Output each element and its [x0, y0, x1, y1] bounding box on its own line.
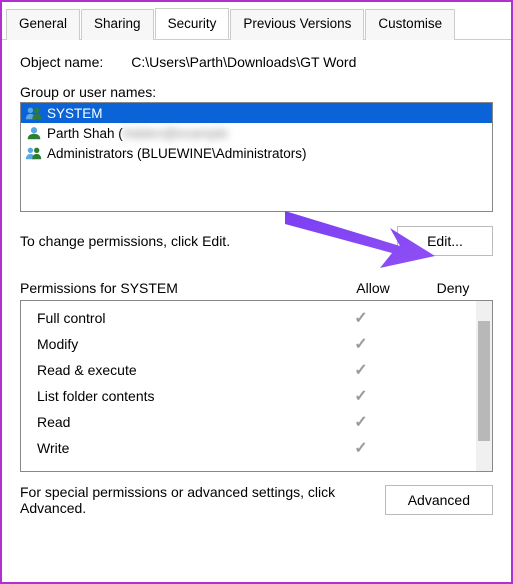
permissions-title: Permissions for SYSTEM — [20, 280, 333, 296]
edit-instruction: To change permissions, click Edit. — [20, 233, 230, 249]
perm-row-read[interactable]: Read ✓ — [29, 409, 468, 435]
perm-row-full-control[interactable]: Full control ✓ — [29, 305, 468, 331]
advanced-instruction: For special permissions or advanced sett… — [20, 484, 340, 516]
perm-name: List folder contents — [31, 388, 326, 404]
tab-general[interactable]: General — [6, 9, 80, 40]
object-name-label: Object name: — [20, 54, 103, 70]
permissions-list-inner: Full control ✓ Modify ✓ Read & execute ✓… — [21, 301, 476, 471]
user-item-parth[interactable]: Parth Shah ( hidden@example — [21, 123, 492, 143]
properties-dialog: General Sharing Security Previous Versio… — [0, 0, 513, 584]
checkmark-icon: ✓ — [326, 308, 396, 328]
users-icon — [25, 145, 43, 161]
permissions-list: Full control ✓ Modify ✓ Read & execute ✓… — [20, 300, 493, 472]
object-name-value: C:\Users\Parth\Downloads\GT Word — [131, 54, 356, 70]
scrollbar[interactable] — [476, 301, 492, 471]
tab-security[interactable]: Security — [155, 8, 230, 39]
checkmark-icon: ✓ — [326, 386, 396, 406]
column-deny: Deny — [413, 280, 493, 296]
user-icon — [25, 125, 43, 141]
advanced-button[interactable]: Advanced — [385, 485, 493, 515]
scroll-thumb[interactable] — [478, 321, 490, 441]
perm-row-write[interactable]: Write ✓ — [29, 435, 468, 461]
user-list[interactable]: SYSTEM Parth Shah ( hidden@example Admin… — [20, 102, 493, 212]
checkmark-icon: ✓ — [326, 438, 396, 458]
user-label: Parth Shah ( — [47, 126, 123, 141]
perm-row-read-execute[interactable]: Read & execute ✓ — [29, 357, 468, 383]
users-icon — [25, 105, 43, 121]
user-hidden-text: hidden@example — [123, 126, 228, 141]
user-item-system[interactable]: SYSTEM — [21, 103, 492, 123]
tab-strip: General Sharing Security Previous Versio… — [2, 2, 511, 40]
advanced-row: For special permissions or advanced sett… — [20, 484, 493, 516]
user-item-administrators[interactable]: Administrators (BLUEWINE\Administrators) — [21, 143, 492, 163]
user-label: SYSTEM — [47, 106, 103, 121]
column-allow: Allow — [333, 280, 413, 296]
perm-name: Modify — [31, 336, 326, 352]
object-name-row: Object name: C:\Users\Parth\Downloads\GT… — [20, 54, 493, 70]
perm-row-list-folder[interactable]: List folder contents ✓ — [29, 383, 468, 409]
security-panel: Object name: C:\Users\Parth\Downloads\GT… — [2, 40, 511, 528]
group-user-names-label: Group or user names: — [20, 84, 493, 100]
perm-name: Read & execute — [31, 362, 326, 378]
edit-button[interactable]: Edit... — [397, 226, 493, 256]
user-label: Administrators (BLUEWINE\Administrators) — [47, 146, 307, 161]
checkmark-icon: ✓ — [326, 412, 396, 432]
perm-row-modify[interactable]: Modify ✓ — [29, 331, 468, 357]
tab-previous-versions[interactable]: Previous Versions — [230, 9, 364, 40]
perm-name: Read — [31, 414, 326, 430]
edit-row: To change permissions, click Edit. Edit.… — [20, 226, 493, 256]
checkmark-icon: ✓ — [326, 360, 396, 380]
tab-customise[interactable]: Customise — [365, 9, 455, 40]
perm-name: Full control — [31, 310, 326, 326]
checkmark-icon: ✓ — [326, 334, 396, 354]
permissions-header: Permissions for SYSTEM Allow Deny — [20, 280, 493, 296]
perm-name: Write — [31, 440, 326, 456]
tab-sharing[interactable]: Sharing — [81, 9, 154, 40]
